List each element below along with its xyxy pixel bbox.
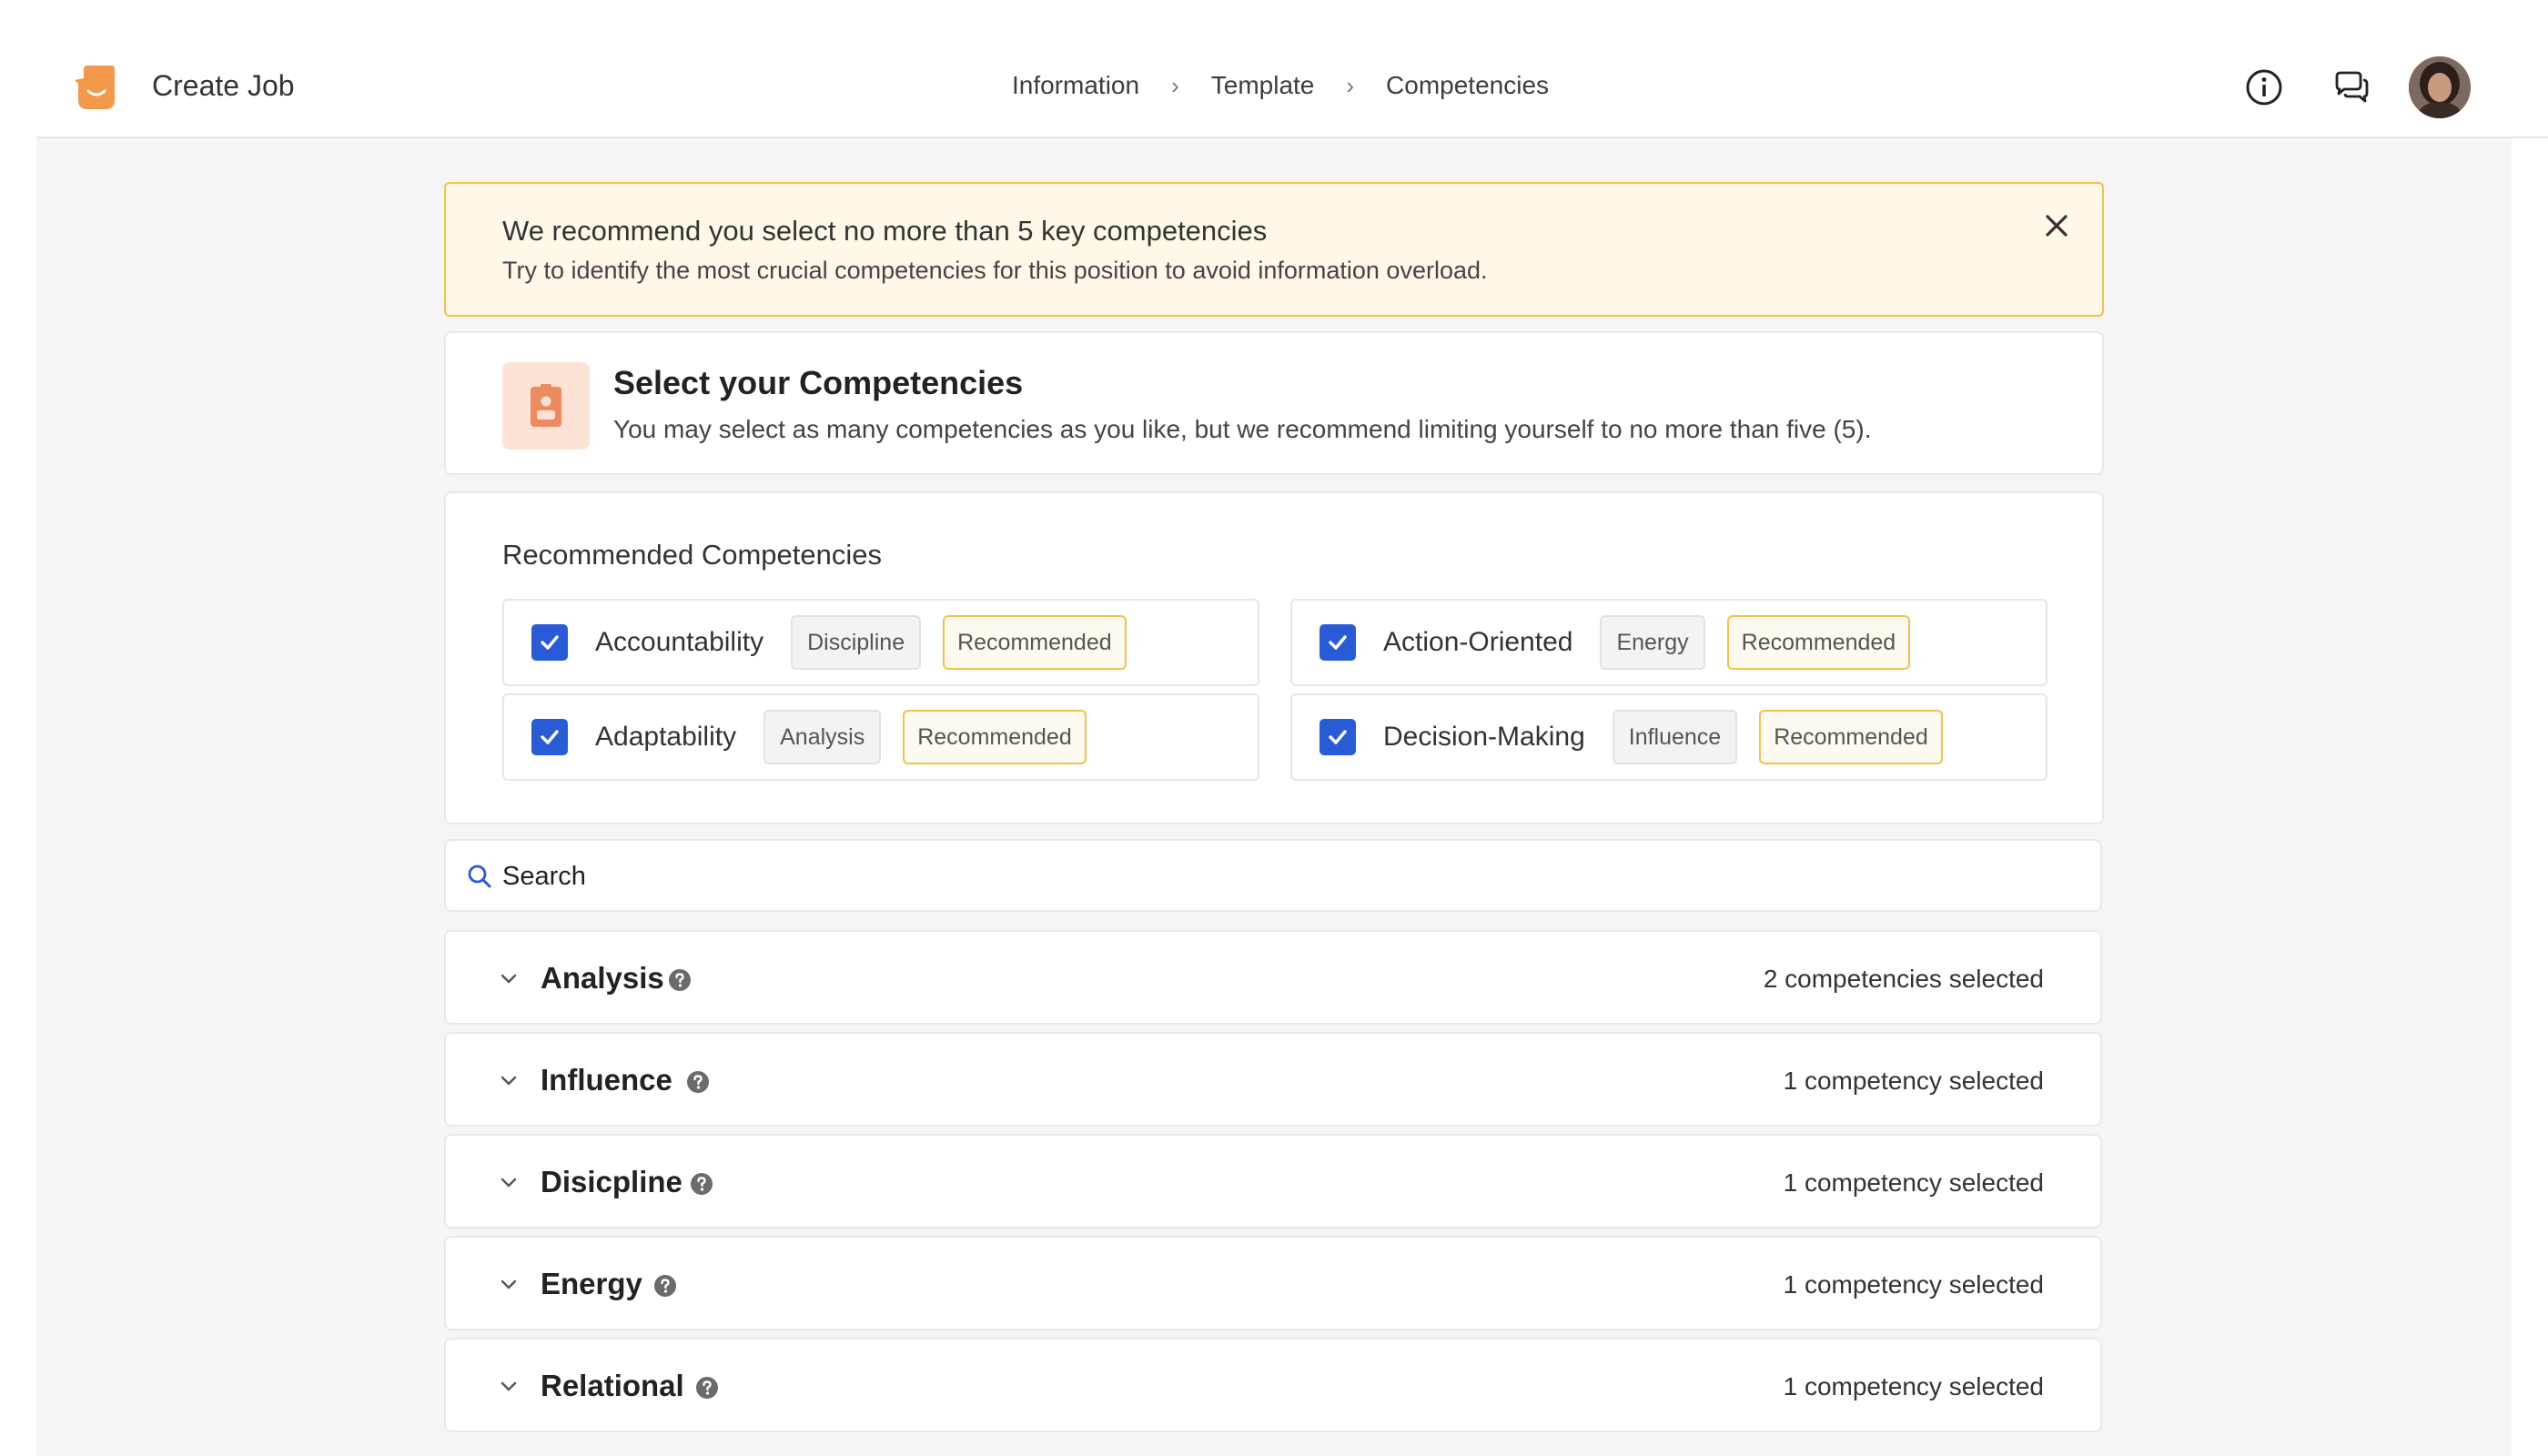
category-title: Disicpline [541,1165,682,1198]
selected-count: 1 competency selected [1783,1168,2044,1197]
recommended-competencies-card: Recommended Competencies Accountability … [444,491,2104,824]
category-title: Energy [541,1267,642,1300]
breadcrumb-separator: › [1346,71,1355,99]
category-tag: Influence [1612,710,1738,764]
checkbox-checked[interactable] [1320,719,1356,755]
competency-name: Adaptability [595,722,737,752]
breadcrumb-information[interactable]: Information [1012,71,1139,100]
help-circle-icon[interactable] [686,1070,710,1094]
checkbox-checked[interactable] [531,624,568,661]
category-accordion-influence[interactable]: Influence 1 competency selected [444,1032,2102,1127]
check-icon [1329,730,1347,744]
recommended-badge: Recommended [903,710,1087,764]
category-title: Analysis [541,961,664,995]
selected-count: 1 competency selected [1783,1067,2044,1095]
search-bar [444,839,2102,912]
id-badge-icon [502,362,590,450]
category-tag: Discipline [791,615,922,670]
select-title: Select your Competencies [613,364,1024,401]
recommendation-alert: We recommend you select no more than 5 k… [444,182,2104,317]
alert-title: We recommend you select no more than 5 k… [502,215,1268,247]
app-logo-icon[interactable] [75,64,116,111]
avatar-icon [2409,56,2471,118]
recommended-badge: Recommended [1726,615,1911,670]
selected-count: 1 competency selected [1783,1270,2044,1299]
top-header: Create Job Information › Template › Comp… [36,0,2548,138]
category-accordion-energy[interactable]: Energy 1 competency selected [444,1236,2102,1330]
chevron-down-icon[interactable] [499,1172,519,1192]
chevron-down-icon[interactable] [499,1376,519,1396]
recommended-badge: Recommended [1759,710,1943,764]
check-icon [541,635,559,650]
chevron-down-icon[interactable] [499,1274,519,1294]
check-icon [541,730,559,744]
competency-name: Decision-Making [1383,722,1585,752]
category-accordion-analysis[interactable]: Analysis 2 competencies selected [444,930,2102,1025]
close-icon[interactable] [2038,207,2075,244]
checkbox-checked[interactable] [531,719,568,755]
recommended-item-accountability[interactable]: Accountability Discipline Recommended [502,599,1259,686]
check-icon [1329,635,1347,650]
recommended-badge: Recommended [943,615,1127,670]
app-title: Create Job [152,69,295,102]
select-competencies-card: Select your Competencies You may select … [444,331,2104,475]
recommended-title: Recommended Competencies [502,539,882,571]
breadcrumb: Information › Template › Competencies [1012,71,1549,100]
selected-count: 2 competencies selected [1763,965,2044,993]
search-input[interactable] [502,854,2049,899]
category-accordion-discipline[interactable]: Disicpline 1 competency selected [444,1134,2102,1228]
select-subtitle: You may select as many competencies as y… [613,415,1872,443]
checkbox-checked[interactable] [1320,624,1356,661]
recommended-item-adaptability[interactable]: Adaptability Analysis Recommended [502,693,1259,781]
category-title: Influence [541,1063,672,1097]
breadcrumb-template[interactable]: Template [1211,71,1315,100]
competency-name: Accountability [595,627,764,657]
alert-body: Try to identify the most crucial compete… [502,257,1488,284]
chat-icon[interactable] [2331,67,2371,107]
help-circle-icon[interactable] [695,1376,719,1400]
chevron-down-icon[interactable] [499,968,519,988]
category-tag: Energy [1600,615,1705,670]
category-accordion-relational[interactable]: Relational 1 competency selected [444,1338,2102,1432]
search-icon [468,864,491,888]
recommended-item-action-oriented[interactable]: Action-Oriented Energy Recommended [1290,599,2048,686]
competency-name: Action-Oriented [1383,627,1573,657]
help-circle-icon[interactable] [653,1274,677,1298]
selected-count: 1 competency selected [1783,1372,2044,1400]
user-avatar[interactable] [2409,56,2471,118]
chevron-down-icon[interactable] [499,1070,519,1090]
category-title: Relational [541,1369,684,1402]
breadcrumb-competencies[interactable]: Competencies [1386,71,1549,100]
category-tag: Analysis [763,710,882,764]
breadcrumb-separator: › [1171,71,1179,99]
help-circle-icon[interactable] [668,968,692,992]
info-icon[interactable] [2244,67,2284,107]
help-circle-icon[interactable] [690,1172,713,1196]
recommended-item-decision-making[interactable]: Decision-Making Influence Recommended [1290,693,2048,781]
